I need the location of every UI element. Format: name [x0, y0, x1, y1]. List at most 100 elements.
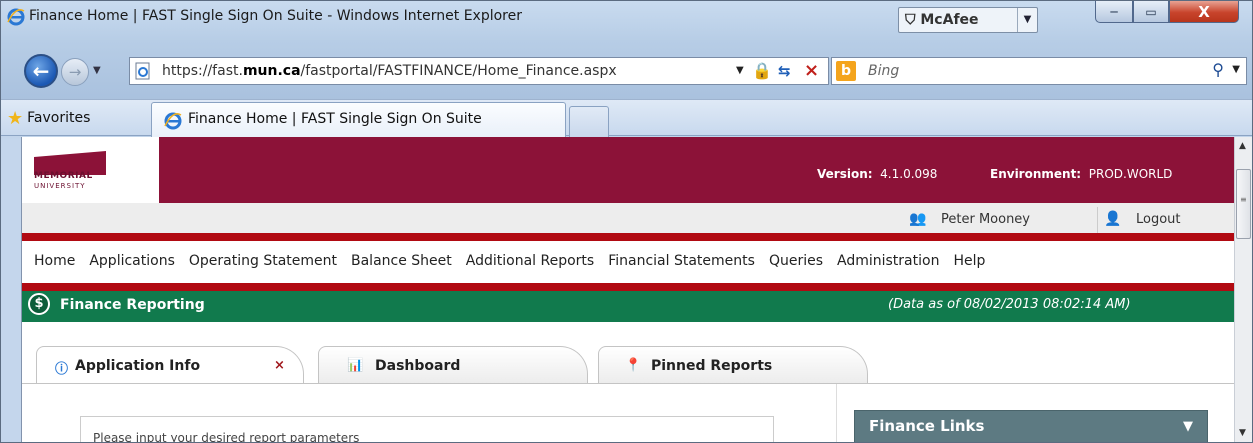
info-icon: ⓘ [55, 362, 69, 377]
vertical-scrollbar[interactable]: ▲ ≡ ▼ [1234, 137, 1252, 442]
search-box[interactable]: b Bing ⚲ ▼ [831, 57, 1247, 85]
annotation-line-top [22, 233, 1234, 241]
mcafee-toolbar[interactable]: ⛉ McAfee ▼ [898, 7, 1038, 33]
finance-links-title: Finance Links [869, 417, 985, 435]
maximize-button[interactable]: ▭ [1133, 1, 1169, 23]
close-tab-icon[interactable]: × [274, 358, 285, 373]
dollar-icon: $ [28, 293, 50, 315]
scrollbar-thumb[interactable] [1236, 169, 1251, 239]
search-icon[interactable]: ⚲ [1212, 60, 1224, 79]
logout-link[interactable]: 👤 Logout [1104, 211, 1181, 227]
back-button[interactable]: ← [24, 54, 58, 88]
favorites-bar: ★ Favorites Finance Home | FAST Single S… [1, 99, 1252, 137]
stop-icon[interactable]: × [804, 60, 819, 81]
site-header: MEMORIAL UNIVERSITY Version: 4.1.0.098 E… [22, 137, 1234, 203]
bing-icon: b [836, 61, 856, 81]
navigation-bar: ← → ▼ https://fast.mun.ca/fastportal/FAS… [1, 41, 1252, 99]
browser-window: Finance Home | FAST Single Sign On Suite… [0, 0, 1253, 443]
mcafee-shield-icon: ⛉ [905, 12, 916, 28]
favorites-label: Favorites [27, 110, 91, 126]
new-tab-button[interactable] [569, 106, 609, 137]
logo-subtext: UNIVERSITY [34, 182, 86, 190]
url-prefix: https://fast. [162, 63, 243, 79]
window-title: Finance Home | FAST Single Sign On Suite… [29, 8, 523, 24]
tab-dashboard[interactable]: 📊 Dashboard [318, 346, 588, 384]
environment-info: Environment: PROD.WORLD [990, 167, 1172, 181]
tab-title: Finance Home | FAST Single Sign On Suite [188, 111, 482, 127]
page-content: MEMORIAL UNIVERSITY Version: 4.1.0.098 E… [21, 137, 1234, 443]
version-info: Version: 4.1.0.098 [817, 167, 937, 181]
report-parameters-panel: Please input your desired report paramet… [80, 416, 774, 443]
tab-divider [22, 383, 1234, 384]
chevron-down-icon[interactable]: ▼ [1183, 419, 1193, 434]
menu-item-administration[interactable]: Administration [837, 253, 939, 269]
data-as-of: (Data as of 08/02/2013 08:02:14 AM) [888, 297, 1131, 312]
url-text[interactable]: https://fast.mun.ca/fastportal/FASTFINAN… [162, 63, 617, 79]
pin-icon: 📍 [625, 358, 642, 373]
main-menu: Home Applications Operating Statement Ba… [22, 235, 1234, 281]
minimize-button[interactable]: ─ [1095, 1, 1133, 23]
internet-explorer-icon [7, 8, 25, 26]
users-icon: 👥 [909, 211, 927, 227]
user-info[interactable]: 👥 Peter Mooney [909, 211, 1030, 227]
user-bar: 👥 Peter Mooney 👤 Logout [22, 203, 1234, 235]
chevron-down-icon[interactable]: ▼ [1017, 8, 1037, 32]
version-label: Version: [817, 167, 873, 181]
tab-label: Pinned Reports [651, 358, 773, 374]
favorites-button[interactable]: ★ Favorites [7, 106, 90, 130]
internet-explorer-icon [164, 112, 182, 130]
environment-label: Environment: [990, 167, 1082, 181]
search-placeholder: Bing [868, 63, 900, 79]
page-icon [135, 62, 150, 80]
finance-title: Finance Reporting [60, 297, 205, 313]
close-button[interactable]: X [1169, 1, 1239, 23]
tab-label: Application Info [75, 358, 201, 374]
menu-item-balance-sheet[interactable]: Balance Sheet [351, 253, 452, 269]
mcafee-label: McAfee [920, 12, 979, 28]
history-dropdown-icon[interactable]: ▼ [93, 65, 101, 76]
menu-item-queries[interactable]: Queries [769, 253, 823, 269]
annotation-line-bottom [22, 283, 1234, 291]
search-dropdown-icon[interactable]: ▼ [1232, 64, 1240, 75]
url-path: /fastportal/FASTFINANCE/Home_Finance.asp… [300, 63, 617, 79]
environment-value: PROD.WORLD [1088, 167, 1173, 181]
window-controls: ─ ▭ X [1095, 1, 1247, 25]
arrow-left-icon: ← [32, 59, 50, 83]
tab-application-info[interactable]: ⓘ Application Info × [36, 346, 304, 384]
arrow-right-icon: → [68, 63, 82, 81]
logout-label: Logout [1136, 211, 1181, 227]
menu-item-financial-statements[interactable]: Financial Statements [608, 253, 755, 269]
user-name: Peter Mooney [941, 211, 1031, 227]
column-divider [836, 384, 837, 442]
memorial-university-logo[interactable]: MEMORIAL UNIVERSITY [22, 137, 159, 203]
tab-label: Dashboard [375, 358, 461, 374]
version-value: 4.1.0.098 [880, 167, 938, 181]
application-tabs: ⓘ Application Info × 📊 Dashboard 📍 Pinne… [22, 322, 1234, 443]
menu-items: Home Applications Operating Statement Ba… [34, 253, 999, 269]
url-domain: mun.ca [242, 63, 301, 79]
scroll-down-icon[interactable]: ▼ [1239, 428, 1246, 438]
finance-links-panel[interactable]: Finance Links ▼ [854, 410, 1208, 442]
refresh-icon[interactable]: ⇆ [778, 62, 791, 80]
menu-item-home[interactable]: Home [34, 253, 75, 269]
menu-item-applications[interactable]: Applications [89, 253, 175, 269]
finance-reporting-bar: $ Finance Reporting (Data as of 08/02/20… [22, 289, 1234, 322]
logout-icon: 👤 [1104, 211, 1122, 227]
scroll-up-icon[interactable]: ▲ [1239, 141, 1246, 151]
title-bar: Finance Home | FAST Single Sign On Suite… [1, 1, 1252, 37]
bar-chart-icon: 📊 [347, 358, 364, 373]
menu-item-additional-reports[interactable]: Additional Reports [466, 253, 594, 269]
forward-button[interactable]: → [61, 58, 89, 86]
logo-text: MEMORIAL [34, 171, 93, 181]
address-bar[interactable]: https://fast.mun.ca/fastportal/FASTFINAN… [129, 57, 829, 85]
grip-icon: ≡ [1240, 195, 1247, 204]
lock-icon[interactable]: 🔒 [752, 61, 772, 80]
hint-text: Please input your desired report paramet… [93, 431, 360, 443]
address-dropdown-icon[interactable]: ▼ [736, 65, 744, 76]
menu-item-help[interactable]: Help [953, 253, 985, 269]
divider [1097, 207, 1098, 233]
menu-item-operating-statement[interactable]: Operating Statement [189, 253, 337, 269]
browser-tab[interactable]: Finance Home | FAST Single Sign On Suite [151, 102, 566, 137]
star-icon: ★ [7, 107, 24, 129]
tab-pinned-reports[interactable]: 📍 Pinned Reports [598, 346, 868, 384]
